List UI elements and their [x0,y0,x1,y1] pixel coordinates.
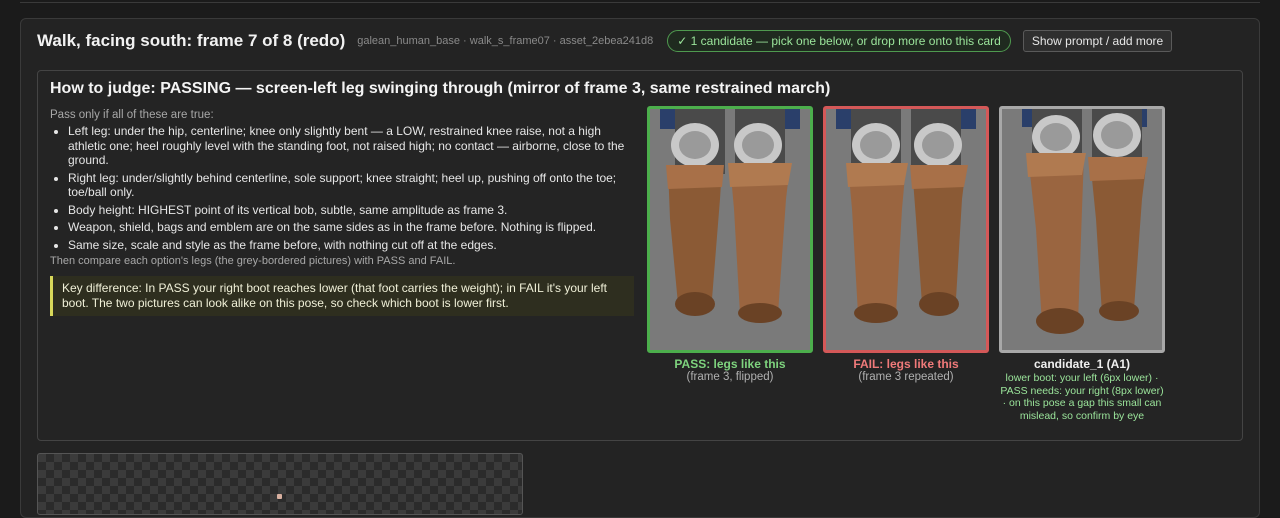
pass-caption: PASS: legs like this [674,357,786,371]
fail-reference-image [823,106,989,353]
candidate-note: lower boot: your left (6px lower) · PASS… [1000,372,1164,422]
fail-reference: FAIL: legs like this (frame 3 repeated) [823,106,989,383]
candidate-caption: candidate_1 (A1) [1033,357,1131,371]
judge-panel: How to judge: PASSING — screen-left leg … [37,70,1243,441]
judge-instructions: Pass only if all of these are true: Left… [50,109,635,316]
criterion-left-leg: Left leg: under the hip, centerline; kne… [68,124,635,168]
criterion-right-leg: Right leg: under/slightly behind centerl… [68,171,635,200]
candidate-preview-checkerboard [37,453,523,515]
criterion-scale: Same size, scale and style as the frame … [68,238,635,253]
candidate-image[interactable] [999,106,1165,353]
criterion-sides: Weapon, shield, bags and emblem are on t… [68,220,635,235]
pass-subcaption: (frame 3, flipped) [686,371,774,383]
judge-title: How to judge: PASSING — screen-left leg … [50,80,831,97]
criterion-body-height: Body height: HIGHEST point of its vertic… [68,203,635,218]
criteria-list: Left leg: under the hip, centerline; kne… [50,124,635,252]
candidate-option[interactable]: candidate_1 (A1) lower boot: your left (… [999,106,1165,422]
fail-caption: FAIL: legs like this [853,357,959,371]
card-title: Walk, facing south: frame 7 of 8 (redo) [37,31,346,50]
compare-instruction: Then compare each option's legs (the gre… [50,255,456,267]
pass-reference-image [647,106,813,353]
show-prompt-button[interactable]: Show prompt / add more [1022,30,1173,52]
judge-intro: Pass only if all of these are true: [50,109,214,121]
card-header: Walk, facing south: frame 7 of 8 (redo) … [37,28,1237,54]
candidate-status-badge: ✓ 1 candidate — pick one below, or drop … [667,30,1011,52]
previous-card-edge [20,0,1260,3]
preview-sprite-fragment [277,494,282,499]
pass-reference: PASS: legs like this (frame 3, flipped) [647,106,813,383]
asset-meta: galean_human_base · walk_s_frame07 · ass… [357,35,654,47]
fail-subcaption: (frame 3 repeated) [858,371,954,383]
key-difference-callout: Key difference: In PASS your right boot … [50,276,634,316]
